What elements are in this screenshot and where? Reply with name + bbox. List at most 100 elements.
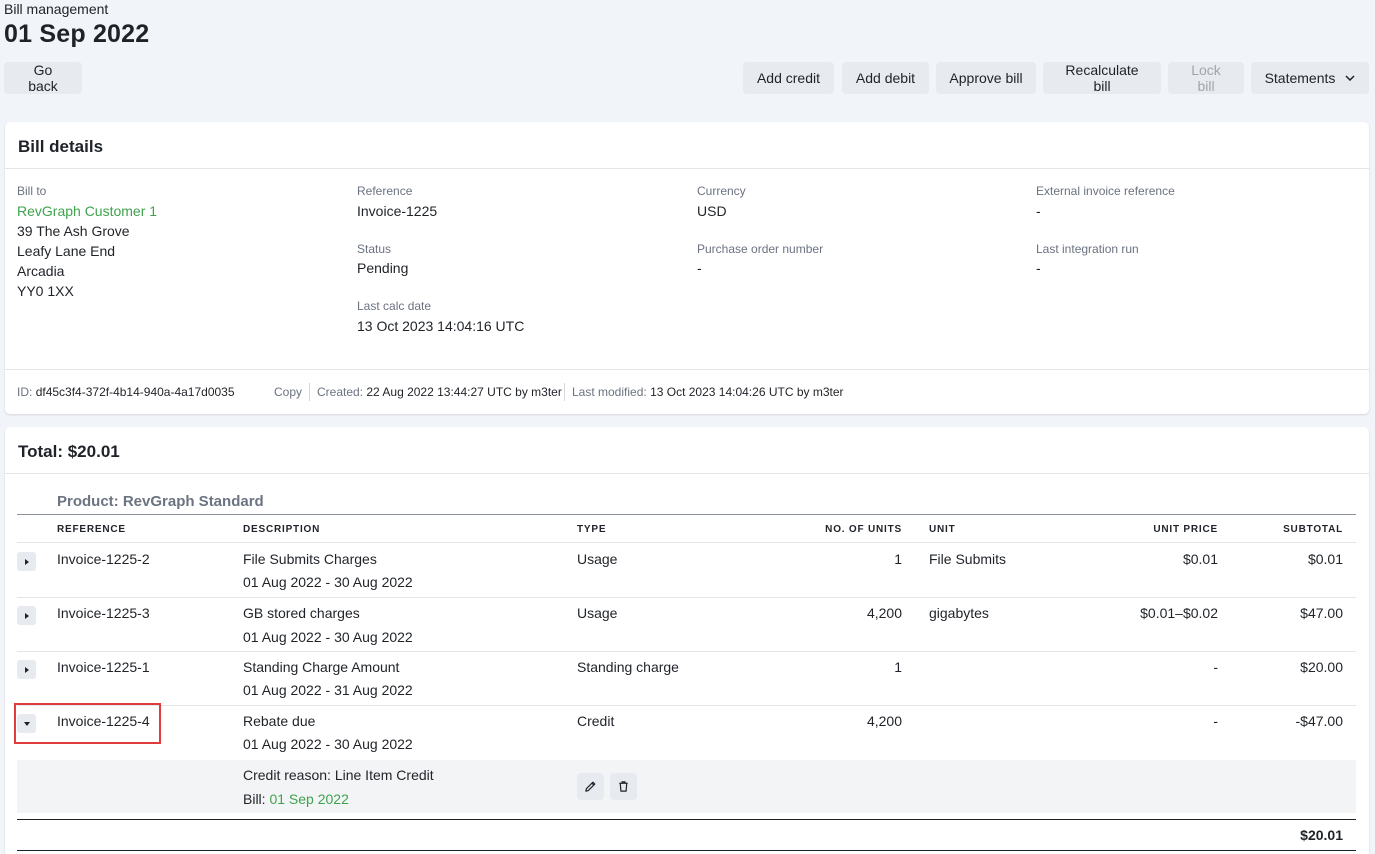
address-line-2: Leafy Lane End (17, 243, 116, 259)
bill-reference: Bill: 01 Sep 2022 (243, 791, 349, 807)
chevron-down-icon (1345, 73, 1355, 84)
bill-details-card: Bill details Bill to RevGraph Customer 1… (5, 122, 1369, 414)
reference-label: Reference (357, 184, 413, 198)
modified-info: Last modified: 13 Oct 2023 14:04:26 UTC … (572, 385, 844, 399)
add-credit-button[interactable]: Add credit (743, 62, 834, 94)
credit-reason: Credit reason: Line Item Credit (243, 767, 434, 783)
reference-value: Invoice-1225 (357, 203, 438, 219)
created-info: Created: 22 Aug 2022 13:44:27 UTC by m3t… (317, 385, 562, 399)
total-divider-bottom (17, 850, 1356, 851)
statements-label: Statements (1264, 70, 1336, 86)
table-row: Invoice-1225-3 GB stored charges 01 Aug … (17, 598, 1356, 652)
row-unit: gigabytes (929, 605, 989, 621)
page-title: 01 Sep 2022 (4, 20, 150, 48)
row-period: 01 Aug 2022 - 30 Aug 2022 (243, 736, 413, 752)
expand-row-button[interactable] (17, 552, 36, 571)
approve-bill-button[interactable]: Approve bill (936, 62, 1036, 94)
table-row: Invoice-1225-2 File Submits Charges 01 A… (17, 543, 1356, 597)
created-label: Created: (317, 385, 364, 399)
row-units: 4,200 (866, 713, 902, 729)
last-calc-value: 13 Oct 2023 14:04:16 UTC (357, 318, 525, 334)
row-subtotal: $47.00 (1300, 605, 1343, 621)
column-header-units: NO. OF UNITS (825, 524, 902, 535)
currency-value: USD (697, 203, 727, 219)
row-type: Usage (577, 605, 618, 621)
separator (564, 383, 565, 401)
row-description: Rebate due (243, 713, 316, 729)
id-value: df45c3f4-372f-4b14-940a-4a17d0035 (35, 385, 235, 399)
column-header-unit-price: UNIT PRICE (1153, 524, 1218, 535)
row-reference: Invoice-1225-1 (57, 659, 150, 675)
expand-row-button[interactable] (17, 606, 36, 625)
row-period: 01 Aug 2022 - 30 Aug 2022 (243, 629, 413, 645)
product-divider (17, 514, 1356, 515)
divider (5, 168, 1369, 169)
row-type: Credit (577, 713, 615, 729)
go-back-button[interactable]: Go back (4, 62, 82, 94)
column-header-subtotal: SUBTOTAL (1283, 524, 1343, 535)
copy-id-button[interactable]: Copy (274, 385, 302, 399)
highlight-box (14, 703, 161, 744)
row-description-link[interactable]: File Submits Charges (243, 551, 377, 567)
table-row: Invoice-1225-1 Standing Charge Amount 01… (17, 652, 1356, 706)
row-units: 4,200 (866, 605, 902, 621)
caret-right-icon (24, 558, 29, 565)
customer-link[interactable]: RevGraph Customer 1 (17, 203, 157, 219)
bill-label: Bill: (243, 791, 266, 807)
bill-link[interactable]: 01 Sep 2022 (269, 791, 348, 807)
line-items-card: Total: $20.01 Product: RevGraph Standard… (5, 427, 1369, 854)
row-subtotal: $0.01 (1307, 551, 1343, 567)
table-row: Invoice-1225-4 Rebate due 01 Aug 2022 - … (17, 706, 1356, 760)
row-reference: Invoice-1225-3 (57, 605, 150, 621)
ext-ref-value: - (1036, 203, 1041, 219)
last-calc-label: Last calc date (357, 299, 432, 313)
row-unit: File Submits (929, 551, 1007, 567)
row-description-link[interactable]: GB stored charges (243, 605, 360, 621)
address-line-1: 39 The Ash Grove (17, 223, 130, 239)
caret-right-icon (24, 612, 29, 619)
modified-value: 13 Oct 2023 14:04:26 UTC by m3ter (650, 385, 844, 399)
row-description-link[interactable]: Standing Charge Amount (243, 659, 399, 675)
address-line-3: Arcadia (17, 263, 65, 279)
recalculate-bill-button[interactable]: Recalculate bill (1043, 62, 1161, 94)
id-label: ID: (17, 385, 33, 399)
divider (5, 473, 1369, 474)
add-debit-button[interactable]: Add debit (842, 62, 929, 94)
bill-details-title: Bill details (18, 137, 104, 156)
address-line-4: YY0 1XX (17, 283, 74, 299)
breadcrumb: Bill management (4, 1, 109, 17)
total-title: Total: $20.01 (18, 442, 120, 461)
statements-dropdown[interactable]: Statements (1251, 62, 1369, 94)
ext-ref-label: External invoice reference (1036, 184, 1175, 198)
column-header-description: DESCRIPTION (243, 524, 321, 535)
total-divider (17, 819, 1356, 820)
column-header-type: TYPE (577, 524, 607, 535)
separator (309, 383, 310, 401)
bill-to-label: Bill to (17, 184, 47, 198)
trash-icon (619, 781, 628, 792)
row-period: 01 Aug 2022 - 30 Aug 2022 (243, 574, 413, 590)
delete-button[interactable] (610, 773, 637, 800)
row-type: Usage (577, 551, 618, 567)
last-integration-label: Last integration run (1036, 242, 1139, 256)
row-period: 01 Aug 2022 - 31 Aug 2022 (243, 682, 413, 698)
po-label: Purchase order number (697, 242, 824, 256)
lock-bill-button[interactable]: Lock bill (1168, 62, 1244, 94)
row-detail-panel: Credit reason: Line Item Credit Bill: 01… (17, 760, 1356, 813)
row-type: Standing charge (577, 659, 679, 675)
status-value: Pending (357, 260, 409, 276)
caret-right-icon (24, 666, 29, 673)
last-integration-value: - (1036, 260, 1041, 276)
status-label: Status (357, 242, 392, 256)
currency-label: Currency (697, 184, 746, 198)
row-subtotal: $20.00 (1300, 659, 1343, 675)
bill-id: ID: df45c3f4-372f-4b14-940a-4a17d0035 (17, 385, 235, 399)
expand-row-button[interactable] (17, 660, 36, 679)
divider (5, 369, 1369, 370)
row-units: 1 (894, 659, 902, 675)
row-units: 1 (894, 551, 902, 567)
edit-button[interactable] (577, 773, 604, 800)
modified-label: Last modified: (572, 385, 647, 399)
pencil-icon (585, 781, 596, 792)
created-value: 22 Aug 2022 13:44:27 UTC by m3ter (366, 385, 562, 399)
